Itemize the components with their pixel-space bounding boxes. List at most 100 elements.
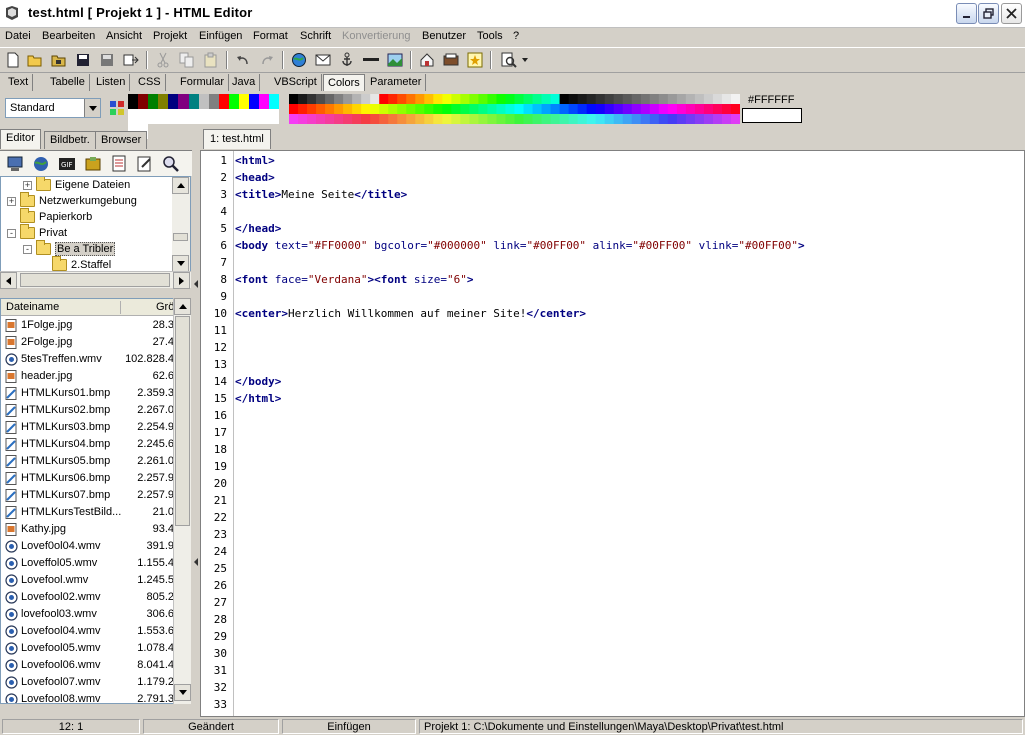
spectrum-swatch[interactable] bbox=[316, 104, 326, 114]
color-swatch[interactable] bbox=[228, 109, 240, 124]
spectrum-swatch[interactable] bbox=[334, 104, 344, 114]
tree-vertical-scrollbar[interactable] bbox=[172, 177, 190, 272]
spectrum-swatch[interactable] bbox=[505, 104, 515, 114]
spectrum-swatch[interactable] bbox=[541, 104, 551, 114]
menu-item-ansicht[interactable]: Ansicht bbox=[106, 30, 142, 42]
tab-java[interactable]: Java bbox=[228, 74, 261, 91]
file-row[interactable]: header.jpg 62.6 bbox=[1, 368, 174, 385]
spectrum-swatch[interactable] bbox=[334, 114, 344, 124]
spectrum-swatch[interactable] bbox=[334, 94, 344, 104]
spectrum-swatch[interactable] bbox=[496, 94, 506, 104]
spectrum-swatch[interactable] bbox=[559, 104, 570, 114]
color-swatch[interactable] bbox=[128, 109, 139, 124]
spectrum-swatch[interactable] bbox=[343, 114, 353, 124]
file-row[interactable]: 2Folge.jpg 27.4 bbox=[1, 334, 174, 351]
spectrum-swatch[interactable] bbox=[370, 94, 380, 104]
expand-icon[interactable]: + bbox=[23, 180, 32, 190]
spectrum-swatch[interactable] bbox=[388, 94, 398, 104]
color-swatch[interactable] bbox=[259, 109, 270, 124]
spectrum-swatch[interactable] bbox=[640, 94, 651, 104]
spectrum-swatch[interactable] bbox=[433, 94, 443, 104]
color-swatch[interactable] bbox=[208, 109, 219, 124]
menu-item-datei[interactable]: Datei bbox=[5, 30, 31, 42]
spectrum-swatch[interactable] bbox=[451, 114, 461, 124]
spectrum-swatch[interactable] bbox=[424, 104, 434, 114]
spectrum-swatch[interactable] bbox=[433, 104, 443, 114]
anchor-button[interactable] bbox=[338, 51, 356, 69]
color-spectrum-swatches[interactable] bbox=[289, 94, 740, 124]
scroll-up-button[interactable] bbox=[174, 298, 191, 315]
spectrum-swatch[interactable] bbox=[298, 104, 308, 114]
network-globe-icon[interactable] bbox=[32, 155, 50, 173]
color-swatch[interactable] bbox=[198, 94, 209, 109]
panel-splitter[interactable] bbox=[192, 150, 200, 717]
spectrum-swatch[interactable] bbox=[478, 104, 488, 114]
file-row[interactable]: Lovefool07.wmv 1.179.2 bbox=[1, 674, 174, 691]
globe-link-button[interactable] bbox=[290, 51, 308, 69]
tree-scroll-thumb[interactable] bbox=[173, 233, 188, 241]
tab-css[interactable]: CSS bbox=[134, 74, 166, 91]
preview-button[interactable] bbox=[442, 51, 460, 69]
spectrum-swatch[interactable] bbox=[415, 104, 425, 114]
spectrum-swatch[interactable] bbox=[307, 104, 317, 114]
spectrum-swatch[interactable] bbox=[361, 114, 371, 124]
file-row[interactable]: HTMLKurs06.bmp 2.257.9 bbox=[1, 470, 174, 487]
spectrum-swatch[interactable] bbox=[316, 94, 326, 104]
spectrum-swatch[interactable] bbox=[694, 94, 705, 104]
file-row[interactable]: HTMLKurs04.bmp 2.245.6 bbox=[1, 436, 174, 453]
menu-item-help[interactable]: ? bbox=[513, 30, 519, 42]
color-swatch[interactable] bbox=[138, 109, 149, 124]
color-swatch[interactable] bbox=[158, 109, 169, 124]
spectrum-swatch[interactable] bbox=[568, 114, 579, 124]
color-swatch[interactable] bbox=[269, 94, 280, 109]
spectrum-swatch[interactable] bbox=[685, 114, 696, 124]
file-row[interactable]: Lovefool02.wmv 805.2 bbox=[1, 589, 174, 606]
spectrum-swatch[interactable] bbox=[532, 104, 542, 114]
spectrum-swatch[interactable] bbox=[505, 94, 515, 104]
spectrum-swatch[interactable] bbox=[685, 104, 696, 114]
spectrum-swatch[interactable] bbox=[658, 104, 669, 114]
spectrum-swatch[interactable] bbox=[370, 104, 380, 114]
spectrum-swatch[interactable] bbox=[568, 104, 579, 114]
color-swatch[interactable] bbox=[148, 109, 159, 124]
spectrum-swatch[interactable] bbox=[703, 114, 714, 124]
file-row[interactable]: lovefool03.wmv 306.6 bbox=[1, 606, 174, 623]
color-swatch[interactable] bbox=[128, 94, 139, 109]
spectrum-swatch[interactable] bbox=[559, 94, 570, 104]
tree-item[interactable]: + Eigene Dateien bbox=[23, 177, 130, 193]
spectrum-swatch[interactable] bbox=[586, 104, 597, 114]
spectrum-swatch[interactable] bbox=[640, 114, 651, 124]
print-preview-button[interactable] bbox=[500, 51, 518, 69]
spectrum-swatch[interactable] bbox=[523, 114, 533, 124]
spectrum-swatch[interactable] bbox=[460, 114, 470, 124]
open-file-button[interactable] bbox=[26, 51, 44, 69]
spectrum-swatch[interactable] bbox=[721, 94, 732, 104]
spectrum-swatch[interactable] bbox=[676, 94, 687, 104]
spectrum-swatch[interactable] bbox=[586, 114, 597, 124]
spectrum-swatch[interactable] bbox=[694, 104, 705, 114]
spectrum-swatch[interactable] bbox=[586, 94, 597, 104]
spectrum-swatch[interactable] bbox=[631, 94, 642, 104]
spectrum-swatch[interactable] bbox=[370, 114, 380, 124]
spectrum-swatch[interactable] bbox=[496, 104, 506, 114]
scroll-right-button[interactable] bbox=[173, 272, 190, 289]
spectrum-swatch[interactable] bbox=[460, 104, 470, 114]
spectrum-swatch[interactable] bbox=[469, 104, 479, 114]
spectrum-swatch[interactable] bbox=[451, 94, 461, 104]
color-swatch[interactable] bbox=[158, 94, 169, 109]
menu-item-projekt[interactable]: Projekt bbox=[153, 30, 187, 42]
file-row[interactable]: HTMLKurs07.bmp 2.257.9 bbox=[1, 487, 174, 504]
tree-item[interactable]: - Be a Tribler bbox=[23, 240, 116, 257]
spectrum-swatch[interactable] bbox=[397, 114, 407, 124]
spectrum-swatch[interactable] bbox=[514, 94, 524, 104]
spectrum-swatch[interactable] bbox=[667, 104, 678, 114]
tree-item[interactable]: Papierkorb bbox=[7, 208, 92, 225]
spectrum-swatch[interactable] bbox=[730, 114, 740, 124]
spectrum-swatch[interactable] bbox=[352, 114, 362, 124]
spectrum-swatch[interactable] bbox=[397, 104, 407, 114]
spectrum-swatch[interactable] bbox=[523, 94, 533, 104]
tab-bildbetr[interactable]: Bildbetr. bbox=[44, 131, 96, 149]
color-swatch[interactable] bbox=[269, 109, 280, 124]
spectrum-swatch[interactable] bbox=[640, 104, 651, 114]
menu-item-format[interactable]: Format bbox=[253, 30, 288, 42]
